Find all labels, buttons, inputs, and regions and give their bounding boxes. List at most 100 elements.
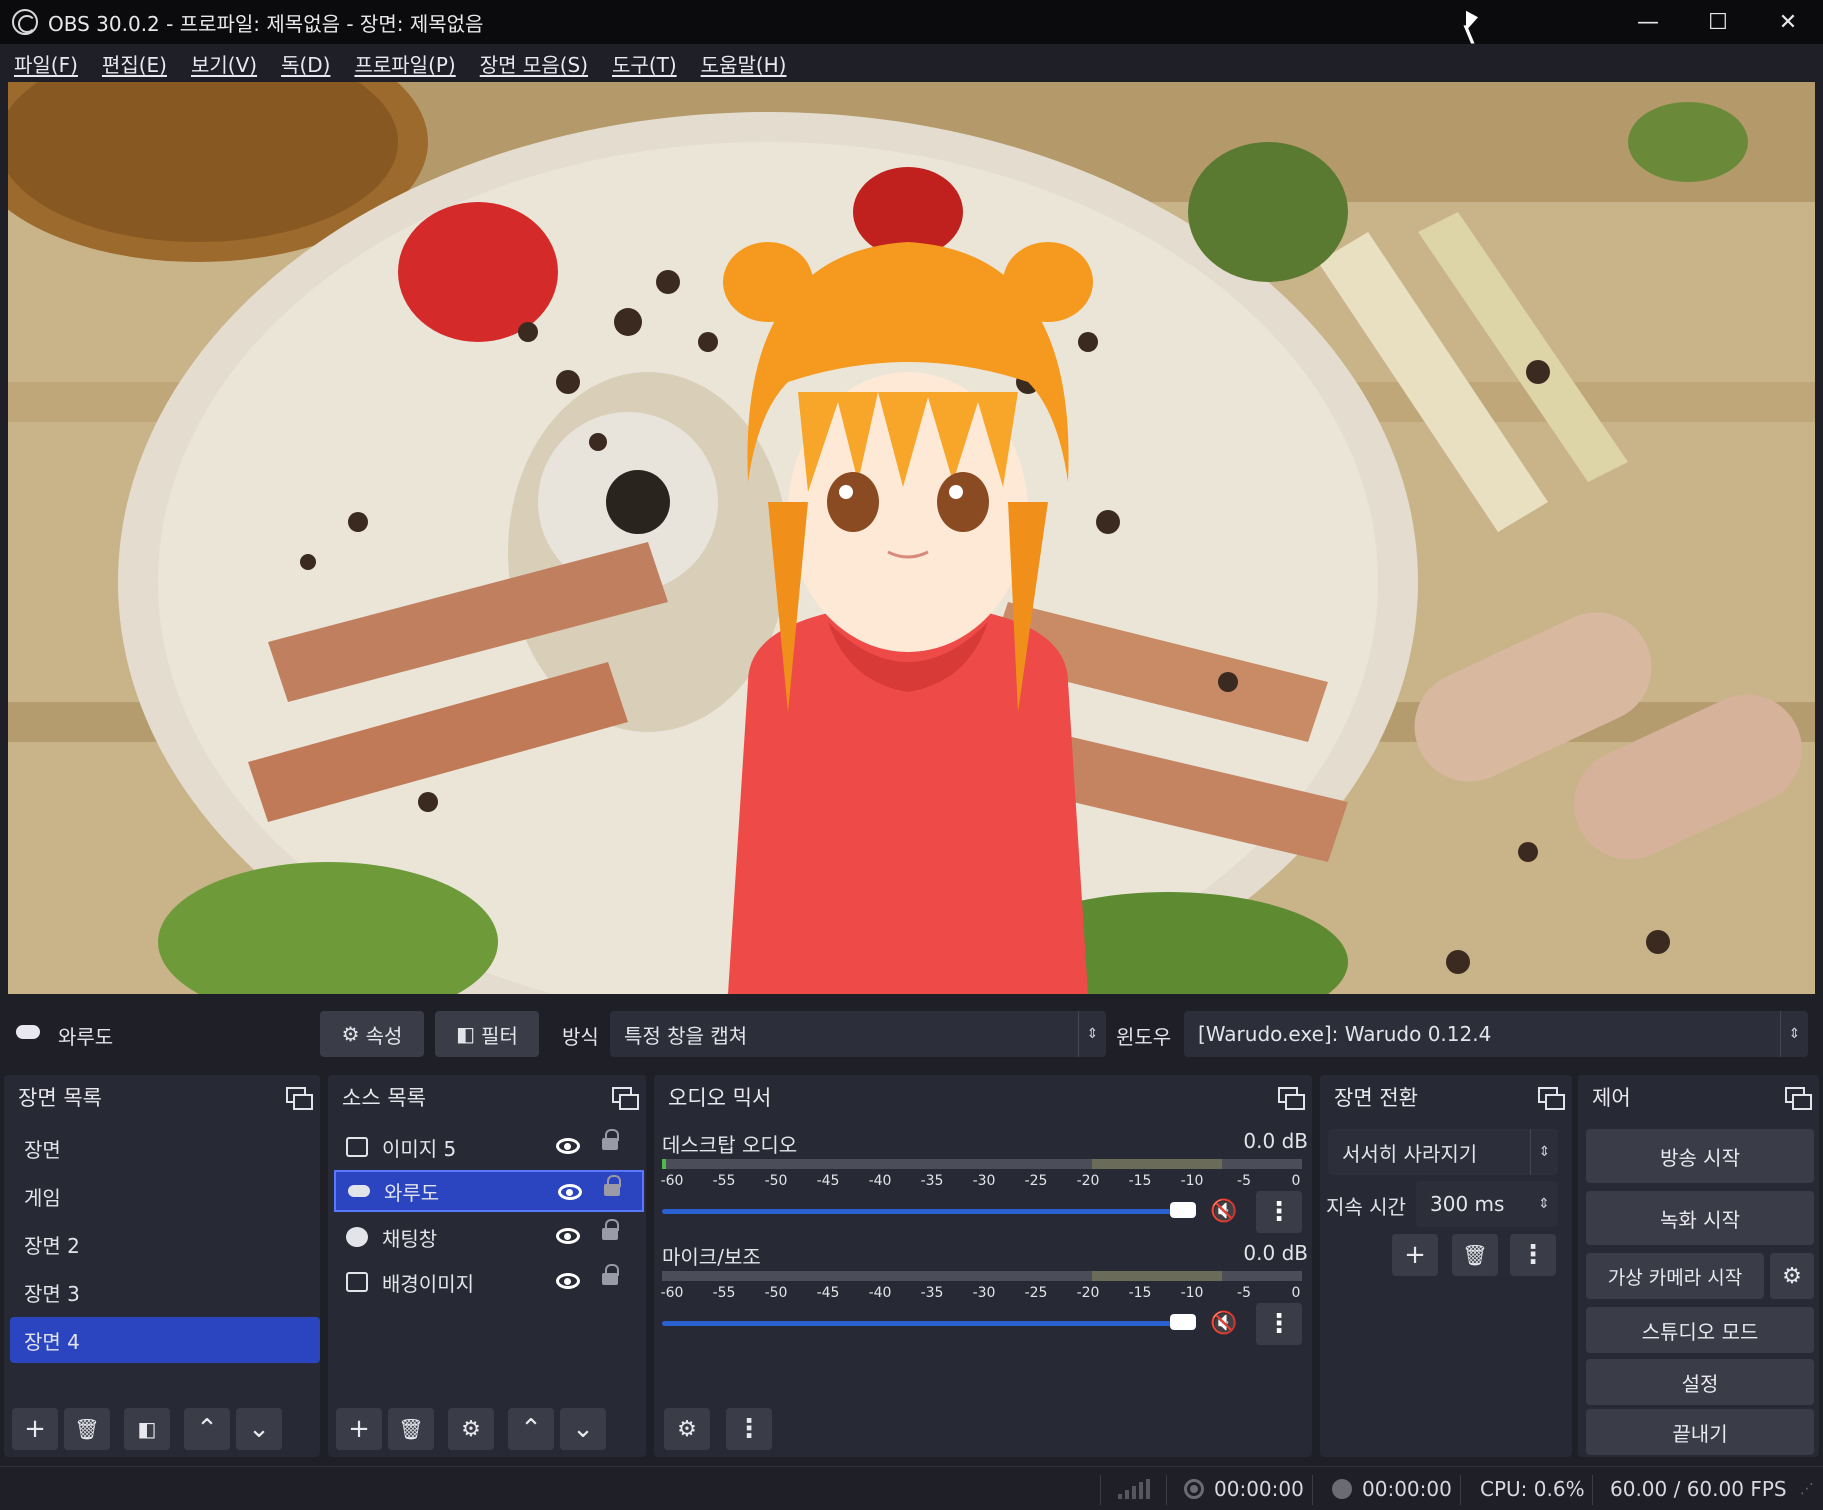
virtual-camera-settings-button[interactable]: ⚙ bbox=[1770, 1253, 1814, 1299]
remove-transition-button[interactable]: 🗑 bbox=[1452, 1234, 1498, 1276]
volume-slider-handle[interactable] bbox=[1170, 1202, 1196, 1218]
source-item[interactable]: 채팅창 bbox=[334, 1216, 644, 1258]
volume-slider-handle[interactable] bbox=[1170, 1314, 1196, 1330]
gamepad-icon bbox=[348, 1185, 370, 1197]
chevron-down-icon: ⌄ bbox=[248, 1414, 270, 1444]
record-time: 00:00:00 bbox=[1362, 1477, 1452, 1501]
undock-icon[interactable] bbox=[1278, 1087, 1305, 1110]
channel-menu-button[interactable]: ⋮ bbox=[1256, 1191, 1302, 1233]
window-select[interactable]: [Warudo.exe]: Warudo 0.12.4 ⇕ bbox=[1184, 1011, 1808, 1057]
menu-file[interactable]: 파일(F) bbox=[14, 49, 78, 78]
obs-logo-icon bbox=[12, 9, 38, 35]
preview-canvas[interactable] bbox=[8, 82, 1815, 994]
scene-item[interactable]: 장면 2 bbox=[10, 1221, 320, 1267]
transition-menu-button[interactable]: ⋮ bbox=[1510, 1234, 1556, 1276]
start-streaming-button[interactable]: 방송 시작 bbox=[1586, 1129, 1814, 1183]
scenes-title: 장면 목록 bbox=[18, 1086, 102, 1110]
eye-icon[interactable] bbox=[558, 1184, 582, 1200]
meter-ticks: -60 -55 -50 -45 -40 -35 -30 -25 -20 -15 -10 -5 0 bbox=[660, 1173, 1301, 1189]
plus-icon: + bbox=[1404, 1240, 1426, 1270]
scene-item[interactable]: 장면 bbox=[10, 1125, 320, 1171]
undock-icon[interactable] bbox=[286, 1087, 313, 1110]
plus-icon: + bbox=[24, 1414, 46, 1444]
audio-mixer-dock: 오디오 믹서 데스크탑 오디오 0.0 dB -60 -55 -50 -45 -40 -3… bbox=[654, 1075, 1312, 1457]
eye-icon[interactable] bbox=[556, 1228, 580, 1244]
lock-icon[interactable] bbox=[602, 1129, 619, 1150]
broadcast-icon bbox=[1184, 1479, 1204, 1499]
eye-icon[interactable] bbox=[556, 1138, 580, 1154]
source-properties-button[interactable]: ⚙ bbox=[448, 1408, 494, 1450]
add-scene-button[interactable]: + bbox=[12, 1408, 58, 1450]
channel-menu-button[interactable]: ⋮ bbox=[1256, 1303, 1302, 1345]
fps-readout: 60.00 / 60.00 FPS bbox=[1610, 1477, 1787, 1501]
menu-profile[interactable]: 프로파일(P) bbox=[354, 49, 455, 78]
menu-edit[interactable]: 편집(E) bbox=[102, 49, 167, 78]
lock-icon[interactable] bbox=[602, 1219, 619, 1240]
gears-icon: ⚙ bbox=[677, 1416, 697, 1442]
mixer-menu-button[interactable]: ⋮ bbox=[726, 1408, 772, 1450]
menu-dock[interactable]: 독(D) bbox=[281, 49, 330, 78]
undock-icon[interactable] bbox=[1538, 1087, 1565, 1110]
add-source-button[interactable]: + bbox=[336, 1408, 382, 1450]
gamepad-icon bbox=[16, 1025, 40, 1039]
minimize-button[interactable]: — bbox=[1613, 0, 1683, 44]
speaker-muted-icon[interactable]: 🔇 bbox=[1210, 1311, 1237, 1336]
duration-value: 300 ms bbox=[1430, 1192, 1505, 1216]
filters-button[interactable]: ◧ 필터 bbox=[435, 1011, 539, 1057]
capture-method-select[interactable]: 특정 창을 캡쳐 ⇕ bbox=[610, 1011, 1106, 1057]
meter-ticks: -60 -55 -50 -45 -40 -35 -30 -25 -20 -15 -10 -5 0 bbox=[660, 1285, 1301, 1301]
status-bar: 00:00:00 00:00:00 CPU: 0.6% 60.00 / 60.0… bbox=[0, 1466, 1823, 1510]
plus-icon: + bbox=[348, 1414, 370, 1444]
remove-source-button[interactable]: 🗑 bbox=[388, 1408, 434, 1450]
sources-dock: 소스 목록 이미지 5 와루도 채팅창 배경이미지 + 🗑 ⚙ ⌃ ⌄ bbox=[328, 1075, 646, 1457]
source-item-selected[interactable]: 와루도 bbox=[334, 1170, 644, 1212]
undock-icon[interactable] bbox=[1785, 1087, 1812, 1110]
move-scene-up-button[interactable]: ⌃ bbox=[184, 1408, 230, 1450]
scene-item[interactable]: 장면 3 bbox=[10, 1269, 320, 1315]
duration-spinbox[interactable]: 300 ms ⇕ bbox=[1416, 1181, 1558, 1227]
menu-tools[interactable]: 도구(T) bbox=[612, 49, 677, 78]
channel-name: 마이크/보조 bbox=[662, 1245, 761, 1269]
controls-title: 제어 bbox=[1592, 1086, 1631, 1110]
mixer-channel-mic: 마이크/보조 0.0 dB -60 -55 -50 -45 -40 -35 -30 -25 -2… bbox=[660, 1241, 1308, 1345]
menu-view[interactable]: 보기(V) bbox=[191, 49, 257, 78]
undock-icon[interactable] bbox=[612, 1087, 639, 1110]
volume-slider-track[interactable] bbox=[662, 1321, 1192, 1326]
speaker-muted-icon[interactable]: 🔇 bbox=[1210, 1199, 1237, 1224]
lock-icon[interactable] bbox=[604, 1175, 621, 1196]
close-button[interactable]: ✕ bbox=[1753, 0, 1823, 44]
settings-button[interactable]: 설정 bbox=[1586, 1359, 1814, 1405]
source-name: 채팅창 bbox=[382, 1226, 438, 1251]
gear-icon: ⚙ bbox=[461, 1416, 481, 1442]
move-scene-down-button[interactable]: ⌄ bbox=[236, 1408, 282, 1450]
lock-icon[interactable] bbox=[602, 1264, 619, 1285]
properties-button[interactable]: ⚙ 속성 bbox=[320, 1011, 424, 1057]
transition-type-select[interactable]: 서서히 사라지기 ⇕ bbox=[1328, 1129, 1558, 1175]
menu-scene-collection[interactable]: 장면 모음(S) bbox=[480, 49, 588, 78]
scene-item-selected[interactable]: 장면 4 bbox=[10, 1317, 320, 1363]
add-transition-button[interactable]: + bbox=[1392, 1234, 1438, 1276]
move-source-up-button[interactable]: ⌃ bbox=[508, 1408, 554, 1450]
source-item[interactable]: 이미지 5 bbox=[334, 1126, 644, 1168]
move-source-down-button[interactable]: ⌄ bbox=[560, 1408, 606, 1450]
transitions-dock: 장면 전환 서서히 사라지기 ⇕ 지속 시간 300 ms ⇕ + 🗑 ⋮ bbox=[1320, 1075, 1572, 1457]
remove-scene-button[interactable]: 🗑 bbox=[64, 1408, 110, 1450]
studio-mode-button[interactable]: 스튜디오 모드 bbox=[1586, 1307, 1814, 1353]
record-status: 00:00:00 bbox=[1332, 1467, 1452, 1510]
chevron-updown-icon: ⇕ bbox=[1078, 1011, 1106, 1057]
resize-grip-icon[interactable]: ⋰ bbox=[1800, 1467, 1814, 1510]
exit-button[interactable]: 끝내기 bbox=[1586, 1409, 1814, 1455]
kebab-icon: ⋮ bbox=[736, 1414, 762, 1444]
start-recording-button[interactable]: 녹화 시작 bbox=[1586, 1191, 1814, 1245]
eye-icon[interactable] bbox=[556, 1273, 580, 1289]
maximize-button[interactable]: ☐ bbox=[1683, 0, 1753, 44]
globe-icon bbox=[346, 1227, 368, 1247]
scene-filters-button[interactable]: ◧ bbox=[124, 1408, 170, 1450]
volume-slider-track[interactable] bbox=[662, 1209, 1192, 1214]
window-label: 윈도우 bbox=[1116, 1025, 1172, 1049]
menu-help[interactable]: 도움말(H) bbox=[701, 49, 787, 78]
mixer-settings-button[interactable]: ⚙ bbox=[664, 1408, 710, 1450]
start-virtual-camera-button[interactable]: 가상 카메라 시작 bbox=[1586, 1253, 1764, 1299]
scene-item[interactable]: 게임 bbox=[10, 1173, 320, 1219]
source-item[interactable]: 배경이미지 bbox=[334, 1261, 644, 1303]
